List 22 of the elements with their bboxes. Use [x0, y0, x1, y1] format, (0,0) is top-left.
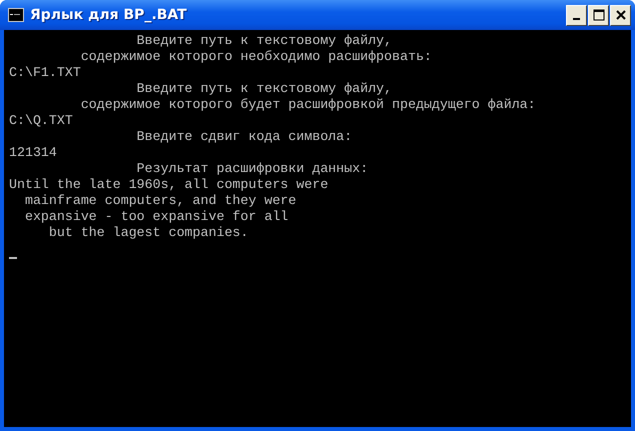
console-line: содержимое которого необходимо расшифровать:: [80, 49, 433, 65]
console-line: Введите сдвиг кода символа:: [136, 129, 354, 145]
console-line: expansive - too expansive for all: [24, 209, 290, 225]
console-line: 121314: [9, 145, 58, 161]
maximize-icon: [592, 9, 604, 21]
console-icon: [8, 8, 24, 22]
console-line: but the lagest companies.: [48, 225, 250, 241]
console-line: Результат расшифровки данных:: [136, 161, 370, 177]
text-cursor: [9, 257, 17, 259]
minimize-button[interactable]: [566, 4, 587, 26]
console-line: Введите путь к текстовому файлу,: [136, 33, 394, 49]
close-icon: [616, 10, 626, 20]
maximize-button[interactable]: [588, 4, 609, 26]
console-line: содержимое которого будет расшифровкой предыдущего файла:: [80, 97, 537, 113]
console-line: Введите путь к текстовому файлу,: [136, 81, 394, 97]
close-button[interactable]: [610, 4, 631, 26]
console-line: C:\Q.TXT: [9, 113, 74, 129]
window-title: Ярлык для BP_.BAT: [30, 7, 188, 23]
console-line: mainframe computers, and they were: [24, 193, 298, 209]
minimize-icon: [573, 18, 580, 20]
console-line: C:\F1.TXT: [9, 65, 82, 81]
console-line: Until the late 1960s, all computers were: [9, 177, 330, 193]
